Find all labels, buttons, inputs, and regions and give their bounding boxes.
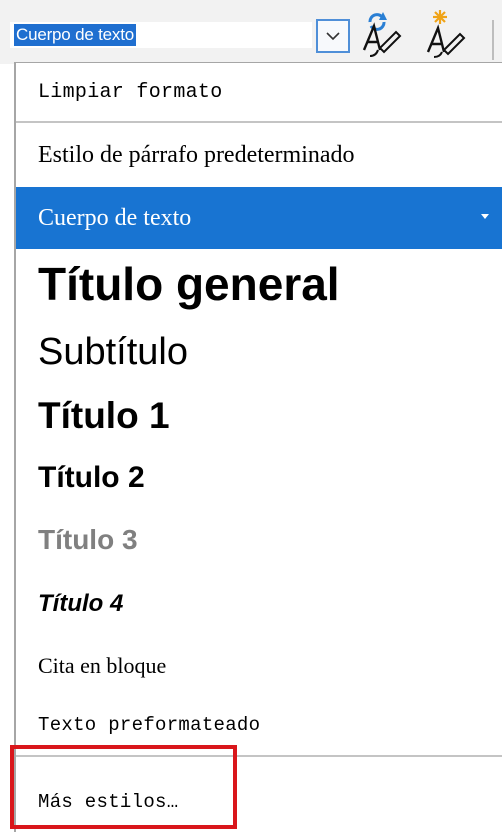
paragraph-style-input[interactable]: Cuerpo de texto [10,22,312,48]
new-style-button[interactable] [420,8,468,58]
list-item-label: Título 3 [38,524,138,555]
list-item-subtitle[interactable]: Subtítulo [16,319,502,385]
list-item-label: Texto preformateado [38,714,261,736]
list-item-label: Título 2 [38,461,145,494]
update-style-button[interactable] [356,8,404,58]
toolbar-separator [492,20,494,60]
list-item-default-paragraph-style[interactable]: Estilo de párrafo predeterminado [16,123,502,187]
list-item-label: Título 4 [38,590,124,617]
paragraph-style-list: Limpiar formato Estilo de párrafo predet… [14,62,502,832]
list-item-block-quote[interactable]: Cita en bloque [16,637,502,695]
list-item-heading-4[interactable]: Título 4 [16,571,502,637]
submenu-arrow-icon[interactable] [480,213,490,221]
paragraph-style-dropdown-button[interactable] [316,19,350,53]
list-item-clear-formatting[interactable]: Limpiar formato [16,63,502,121]
list-item-heading-1[interactable]: Título 1 [16,385,502,447]
list-item-heading-2[interactable]: Título 2 [16,447,502,509]
list-item-label: Título 1 [38,395,170,436]
list-item-label: Cuerpo de texto [38,204,192,231]
list-item-title[interactable]: Título general [16,249,502,319]
paragraph-style-value: Cuerpo de texto [14,24,136,46]
list-item-label: Subtítulo [38,330,188,373]
chevron-down-icon [326,32,340,41]
list-item-label: Limpiar formato [38,80,223,104]
annotation-highlight-box [10,745,237,829]
new-style-icon [426,10,466,58]
toolbar: Cuerpo de texto [0,0,502,64]
update-style-icon [362,12,402,57]
list-item-body-text[interactable]: Cuerpo de texto [16,187,502,249]
list-item-label: Cita en bloque [38,653,167,678]
list-item-heading-3[interactable]: Título 3 [16,509,502,571]
list-item-label: Título general [38,258,340,310]
list-item-label: Estilo de párrafo predeterminado [38,141,355,168]
